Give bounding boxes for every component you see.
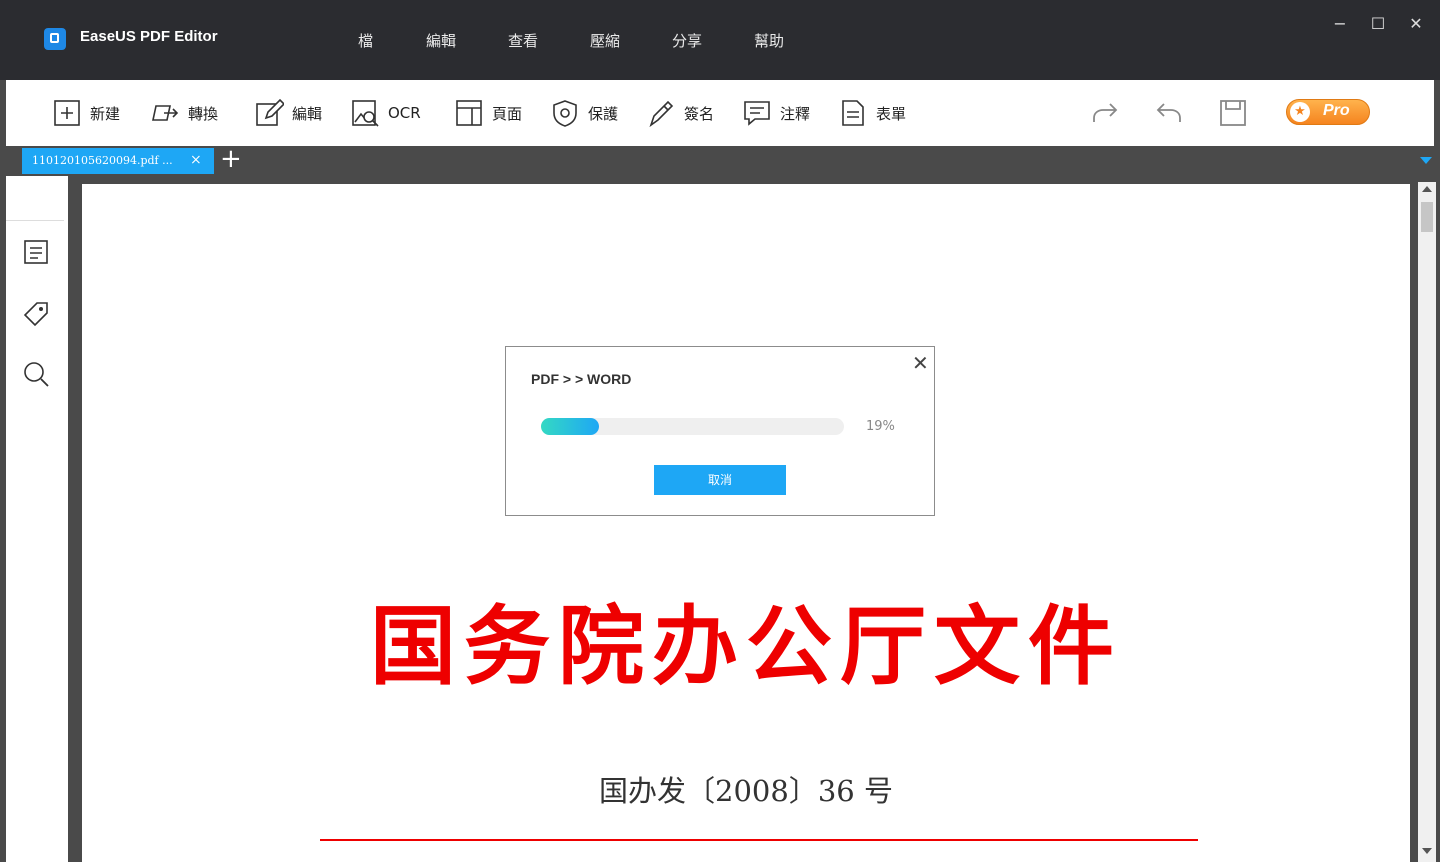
page-icon [456, 100, 482, 126]
close-window-button[interactable]: ✕ [1406, 14, 1426, 34]
dialog-title: PDF > > WORD [531, 371, 632, 387]
main-toolbar: 新建 轉換 編輯 OCR 頁面 保護 簽名 注釋 表單 ★ Pro [6, 80, 1434, 146]
undo-icon[interactable] [1154, 98, 1184, 128]
document-tab[interactable]: 110120105620094.pdf ... × [22, 148, 214, 174]
form-label: 表單 [876, 104, 907, 123]
new-label: 新建 [90, 104, 121, 123]
document-number: 国办发〔2008〕36 号 [599, 774, 893, 808]
pro-label: Pro [1323, 102, 1350, 119]
search-icon[interactable] [22, 360, 50, 388]
progress-bar [541, 418, 844, 435]
app-title: EaseUS PDF Editor [80, 28, 218, 45]
document-tab-bar: 110120105620094.pdf ... × + [6, 144, 1434, 176]
sign-button[interactable]: 簽名 [646, 80, 714, 146]
scroll-thumb[interactable] [1421, 202, 1433, 232]
document-red-divider [320, 839, 1198, 841]
page-label: 頁面 [492, 104, 523, 123]
plus-square-icon [54, 100, 80, 126]
add-tab-button[interactable]: + [220, 144, 242, 174]
convert-button[interactable]: 轉換 [150, 80, 218, 146]
menu-compress[interactable]: 壓縮 [590, 30, 620, 51]
pro-upgrade-button[interactable]: ★ Pro [1286, 99, 1370, 125]
form-button[interactable]: 表單 [838, 80, 906, 146]
new-button[interactable]: 新建 [52, 80, 120, 146]
thumbnails-icon[interactable] [22, 238, 50, 266]
tab-filename: 110120105620094.pdf ... [32, 154, 173, 167]
pencil-edit-icon [256, 98, 284, 126]
scroll-down-arrow-icon[interactable] [1422, 848, 1432, 854]
menu-edit[interactable]: 編輯 [426, 30, 456, 51]
comment-icon [744, 101, 770, 126]
menu-help[interactable]: 幫助 [754, 30, 784, 51]
protect-label: 保護 [588, 104, 619, 123]
convert-icon [152, 105, 179, 121]
comment-button[interactable]: 注釋 [742, 80, 810, 146]
ocr-button[interactable]: OCR [350, 80, 421, 146]
progress-percent: 19% [866, 419, 895, 434]
sidebar-divider [6, 220, 64, 221]
convert-label: 轉換 [188, 104, 219, 123]
ocr-label: OCR [388, 104, 421, 122]
pdf-page[interactable]: 国务院办公厅文件 国办发〔2008〕36 号 [82, 184, 1410, 862]
pen-sign-icon [649, 100, 674, 128]
save-icon[interactable] [1218, 98, 1248, 128]
document-heading: 国务院办公厅文件 [370, 596, 1122, 697]
conversion-progress-dialog: PDF > > WORD ✕ 19% 取消 [505, 346, 935, 516]
edit-label: 編輯 [292, 104, 323, 123]
cancel-button[interactable]: 取消 [654, 465, 786, 495]
shield-icon [553, 100, 577, 127]
star-icon: ★ [1290, 102, 1310, 122]
redo-icon[interactable] [1090, 98, 1120, 128]
app-logo-icon [44, 28, 66, 50]
minimize-button[interactable]: − [1330, 14, 1350, 34]
menu-file[interactable]: 檔 [358, 30, 373, 51]
bookmark-tag-icon[interactable] [22, 300, 50, 328]
ocr-image-search-icon [352, 100, 379, 127]
document-canvas[interactable]: 国务院办公厅文件 国办发〔2008〕36 号 [68, 176, 1418, 862]
menu-share[interactable]: 分享 [672, 30, 702, 51]
vertical-scrollbar[interactable] [1418, 182, 1436, 862]
sign-label: 簽名 [684, 104, 715, 123]
scroll-up-arrow-icon[interactable] [1422, 186, 1432, 192]
maximize-button[interactable]: ☐ [1368, 14, 1388, 34]
comment-label: 注釋 [780, 104, 811, 123]
tab-list-chevron-down-icon[interactable] [1420, 157, 1432, 164]
page-button[interactable]: 頁面 [454, 80, 522, 146]
dialog-close-icon[interactable]: ✕ [912, 351, 929, 375]
menu-view[interactable]: 查看 [508, 30, 538, 51]
form-icon [842, 100, 864, 126]
tab-close-icon[interactable]: × [190, 152, 202, 168]
title-bar: EaseUS PDF Editor 檔 編輯 查看 壓縮 分享 幫助 − ☐ ✕ [0, 0, 1440, 80]
progress-fill [541, 418, 599, 435]
left-sidebar [6, 176, 68, 862]
protect-button[interactable]: 保護 [550, 80, 618, 146]
edit-button[interactable]: 編輯 [254, 80, 322, 146]
